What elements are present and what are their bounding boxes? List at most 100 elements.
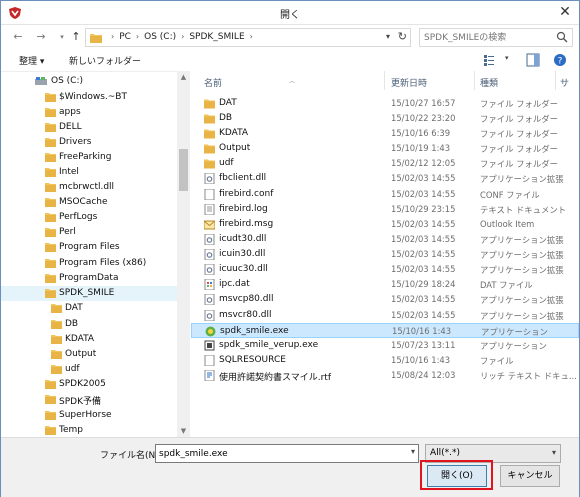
close-button[interactable]: ✕ (557, 5, 573, 21)
nav-item-program-files[interactable]: Program Files (1, 240, 177, 255)
file-row-icuin30[interactable]: icuin30.dll 15/02/03 14:55 アプリケーション拡張 (191, 247, 579, 262)
chevron-down-icon[interactable]: ▾ (411, 447, 415, 456)
back-arrow-icon[interactable]: ← (11, 30, 25, 44)
file-row-license-rtf[interactable]: 使用許諾契約書スマイル.rtf 15/08/24 12:03 リッチ テキスト … (191, 368, 579, 383)
view-dropdown-icon[interactable]: ▾ (505, 54, 509, 62)
nav-item-output[interactable]: Output (1, 347, 177, 362)
file-icon (204, 189, 215, 200)
nav-item-udf[interactable]: udf (1, 362, 177, 377)
file-type: アプリケーション拡張 (480, 250, 564, 260)
nav-item-mcbrwctl[interactable]: mcbrwctl.dll (1, 180, 177, 195)
nav-item-apps[interactable]: apps (1, 105, 177, 120)
column-header-size[interactable]: サ (560, 76, 569, 89)
file-name: msvcp80.dll (219, 294, 274, 304)
command-bar: 整理 ▾ 新しいフォルダー ▾ ? (1, 51, 579, 71)
nav-item-spdk-yobi[interactable]: SPDK予備 (1, 392, 177, 407)
nav-item-dat[interactable]: DAT (1, 301, 177, 316)
file-row-firebird-log[interactable]: firebird.log 15/10/29 23:15 テキスト ドキュメント (191, 202, 579, 217)
view-options-icon[interactable] (483, 53, 499, 67)
file-row-firebird-msg[interactable]: firebird.msg 15/02/03 14:55 Outlook Item (191, 217, 579, 232)
file-row-output[interactable]: Output 15/10/19 1:43 ファイル フォルダー (191, 141, 579, 156)
column-header-date[interactable]: 更新日時 (391, 76, 427, 89)
file-row-msvcp80[interactable]: msvcp80.dll 15/02/03 14:55 アプリケーション拡張 (191, 292, 579, 307)
open-file-dialog: 開く ✕ ← → ▾ ↑ › PC › OS (C:) › SPDK_SMILE › ▾ ↻… (0, 0, 580, 497)
file-row-msvcr80[interactable]: msvcr80.dll 15/02/03 14:55 アプリケーション拡張 (191, 308, 579, 323)
nav-item-programdata[interactable]: ProgramData (1, 271, 177, 286)
search-box[interactable] (419, 28, 573, 47)
nav-item-msocache[interactable]: MSOCache (1, 195, 177, 210)
file-row-db[interactable]: DB 15/10/22 23:20 ファイル フォルダー (191, 111, 579, 126)
file-type: ファイル フォルダー (480, 114, 559, 124)
file-row-spdk-smile-exe[interactable]: spdk_smile.exe 15/10/16 1:43 アプリケーション (191, 323, 579, 338)
nav-item-label: Drivers (59, 137, 92, 147)
nav-item-label: Intel (59, 167, 79, 177)
file-type: CONF ファイル (480, 190, 540, 200)
nav-item-perl[interactable]: Perl (1, 225, 177, 240)
nav-item-db[interactable]: DB (1, 317, 177, 332)
cancel-button[interactable]: キャンセル (500, 465, 560, 487)
new-folder-button[interactable]: 新しいフォルダー (69, 54, 141, 67)
nav-item-perflogs[interactable]: PerfLogs (1, 210, 177, 225)
address-dropdown-icon[interactable]: ▾ (386, 32, 390, 41)
file-date: 15/10/19 1:43 (391, 143, 451, 153)
recent-dropdown-icon[interactable]: ▾ (55, 30, 69, 44)
nav-item-dell[interactable]: DELL (1, 120, 177, 135)
nav-item-label: $Windows.~BT (59, 92, 127, 102)
breadcrumb-os-c[interactable]: OS (C:) (144, 32, 176, 42)
file-row-icuuc30[interactable]: icuuc30.dll 15/02/03 14:55 アプリケーション拡張 (191, 262, 579, 277)
filename-input[interactable] (159, 447, 399, 460)
breadcrumb-pc[interactable]: PC (119, 32, 131, 42)
folder-icon (45, 395, 56, 404)
file-row-udf[interactable]: udf 15/02/12 12:05 ファイル フォルダー (191, 156, 579, 171)
help-icon[interactable]: ? (553, 53, 567, 67)
nav-item-drivers[interactable]: Drivers (1, 135, 177, 150)
column-divider[interactable] (555, 71, 556, 90)
column-header-name[interactable]: 名前 (204, 76, 222, 89)
breadcrumb-spdk-smile[interactable]: SPDK_SMILE (189, 32, 244, 42)
filetype-value: All(*.*) (430, 448, 461, 458)
nav-scrollbar[interactable]: ▲ ▼ (177, 71, 190, 437)
search-input[interactable] (424, 31, 550, 44)
nav-item-os-c[interactable]: OS (C:) (1, 74, 177, 89)
folder-icon (45, 213, 56, 222)
nav-item-program-files-x86[interactable]: Program Files (x86) (1, 256, 177, 271)
filename-field[interactable]: ▾ (155, 444, 419, 463)
address-bar[interactable]: › PC › OS (C:) › SPDK_SMILE › ▾ ↻ (85, 28, 411, 47)
folder-icon (204, 99, 215, 109)
file-type: アプリケーション (480, 341, 547, 351)
column-divider[interactable] (474, 71, 475, 90)
folder-icon (45, 380, 56, 389)
nav-item-kdata[interactable]: KDATA (1, 332, 177, 347)
column-header-type[interactable]: 種類 (480, 76, 498, 89)
breadcrumb: › PC › OS (C:) › SPDK_SMILE › (106, 32, 258, 42)
nav-item-temp[interactable]: Temp (1, 423, 177, 437)
file-date: 15/10/29 18:24 (391, 279, 456, 289)
up-arrow-icon[interactable]: ↑ (69, 30, 83, 44)
file-row-dat[interactable]: DAT 15/10/27 16:57 ファイル フォルダー (191, 96, 579, 111)
nav-item-superhorse[interactable]: SuperHorse (1, 408, 177, 423)
refresh-icon[interactable]: ↻ (398, 30, 407, 43)
file-row-firebird-conf[interactable]: firebird.conf 15/02/03 14:55 CONF ファイル (191, 187, 579, 202)
scroll-down-icon[interactable]: ▼ (177, 427, 190, 435)
chevron-down-icon[interactable]: ▾ (552, 448, 556, 457)
scroll-thumb[interactable] (179, 149, 188, 191)
forward-arrow-icon[interactable]: → (34, 30, 48, 44)
dll-icon (204, 234, 215, 245)
file-row-sqlresource[interactable]: SQLRESOURCE 15/10/16 1:43 ファイル (191, 353, 579, 368)
file-row-fbclient[interactable]: fbclient.dll 15/02/03 14:55 アプリケーション拡張 (191, 171, 579, 186)
file-row-spdk-smile-verup[interactable]: spdk_smile_verup.exe 15/07/23 13:11 アプリケ… (191, 338, 579, 353)
file-row-kdata[interactable]: KDATA 15/10/16 6:39 ファイル フォルダー (191, 126, 579, 141)
nav-item-spdk-smile[interactable]: SPDK_SMILE (1, 286, 177, 301)
nav-item-freeparking[interactable]: FreeParking (1, 150, 177, 165)
scroll-up-icon[interactable]: ▲ (177, 73, 190, 81)
file-row-icudt30[interactable]: icudt30.dll 15/02/03 14:55 アプリケーション拡張 (191, 232, 579, 247)
nav-item-label: Program Files (x86) (59, 258, 147, 268)
file-row-ipc-dat[interactable]: ipc.dat 15/10/29 18:24 DAT ファイル (191, 277, 579, 292)
nav-item-windows-bt[interactable]: $Windows.~BT (1, 90, 177, 105)
column-divider[interactable] (384, 71, 385, 90)
nav-item-spdk2005[interactable]: SPDK2005 (1, 377, 177, 392)
preview-pane-icon[interactable] (526, 53, 540, 67)
organize-button[interactable]: 整理 ▾ (19, 54, 44, 67)
file-date: 15/10/27 16:57 (391, 98, 456, 108)
nav-item-intel[interactable]: Intel (1, 165, 177, 180)
